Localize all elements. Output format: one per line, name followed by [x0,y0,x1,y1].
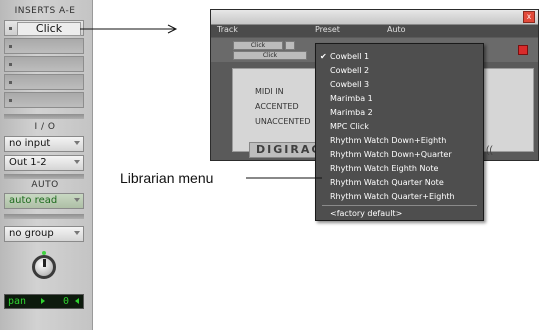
input-selector[interactable]: no input [4,136,84,152]
menu-item-cowbell-1[interactable]: Cowbell 1 [320,52,369,61]
arrow-head-icon [167,24,178,34]
chevron-down-icon [74,141,80,145]
param-midi-in: MIDI IN [255,87,284,96]
menu-item-marimba-1[interactable]: Marimba 1 [330,94,373,103]
close-icon[interactable]: x [523,11,535,23]
panel-right-glyph: (( [486,145,493,156]
record-icon[interactable] [518,45,528,55]
header-track: Track [217,25,238,34]
automation-mode-selector[interactable]: auto read [4,193,84,209]
pan-label: pan [8,296,27,307]
auto-label: AUTO [31,180,59,190]
insert-slot-a[interactable]: Click [4,20,84,36]
insert-dot [9,45,12,48]
strip-divider [4,114,84,119]
menu-item-rw-down-quarter[interactable]: Rhythm Watch Down+Quarter [330,150,452,159]
insert-dot [9,99,12,102]
arrow-left-icon [75,298,79,304]
menu-item-marimba-2[interactable]: Marimba 2 [330,108,373,117]
arrow-right-icon [41,298,45,304]
param-unaccented: UNACCENTED [255,117,311,126]
track-toggle[interactable] [285,41,295,50]
group-selector[interactable]: no group [4,226,84,242]
pan-value: 0 [63,296,70,307]
insert-a-name[interactable]: Click [17,22,81,36]
insert-slot-b[interactable] [4,38,84,54]
input-value: no input [9,138,51,149]
menu-item-cowbell-2[interactable]: Cowbell 2 [330,66,369,75]
strip-divider [4,174,84,179]
menu-item-rw-quarter-eighth[interactable]: Rhythm Watch Quarter+Eighth [330,192,455,201]
pan-display[interactable]: pan 0 [4,294,84,309]
channel-strip: INSERTS A-E Click I / O no input Out 1-2… [0,0,93,330]
insert-dot [9,81,12,84]
insert-slot-e[interactable] [4,92,84,108]
header-preset: Preset [315,25,340,34]
pan-knob[interactable] [32,255,56,279]
param-accented: ACCENTED [255,102,299,111]
strip-divider [4,214,84,219]
io-label: I / O [34,122,56,132]
menu-item-rw-quarter-note[interactable]: Rhythm Watch Quarter Note [330,178,444,187]
menu-item-rw-down-eighth[interactable]: Rhythm Watch Down+Eighth [330,136,446,145]
group-value: no group [9,228,54,239]
menu-item-mpc-click[interactable]: MPC Click [330,122,369,131]
menu-item-cowbell-3[interactable]: Cowbell 3 [330,80,369,89]
insert-slot-c[interactable] [4,56,84,72]
chevron-down-icon [74,231,80,235]
automation-mode-value: auto read [9,195,58,206]
menu-separator [322,205,477,206]
output-selector[interactable]: Out 1-2 [4,155,84,171]
window-title-bar[interactable]: x [211,10,538,25]
inserts-label: INSERTS A-E [14,6,76,16]
insert-dot [9,63,12,66]
knob-indicator [43,259,46,267]
menu-item-factory-default[interactable]: <factory default> [330,209,402,218]
track-selector[interactable]: Click [233,41,283,50]
insert-slot-d[interactable] [4,74,84,90]
header-auto: Auto [387,25,406,34]
insert-dot [9,27,12,30]
chevron-down-icon [74,160,80,164]
librarian-menu: Cowbell 1 Cowbell 2 Cowbell 3 Marimba 1 … [315,43,484,221]
librarian-menu-callout: Librarian menu [120,170,214,186]
plugin-header: Track Preset Auto [211,25,538,37]
output-value: Out 1-2 [9,157,47,168]
insert-selector[interactable]: Click [233,51,307,60]
menu-item-rw-eighth-note[interactable]: Rhythm Watch Eighth Note [330,164,438,173]
chevron-down-icon [74,198,80,202]
